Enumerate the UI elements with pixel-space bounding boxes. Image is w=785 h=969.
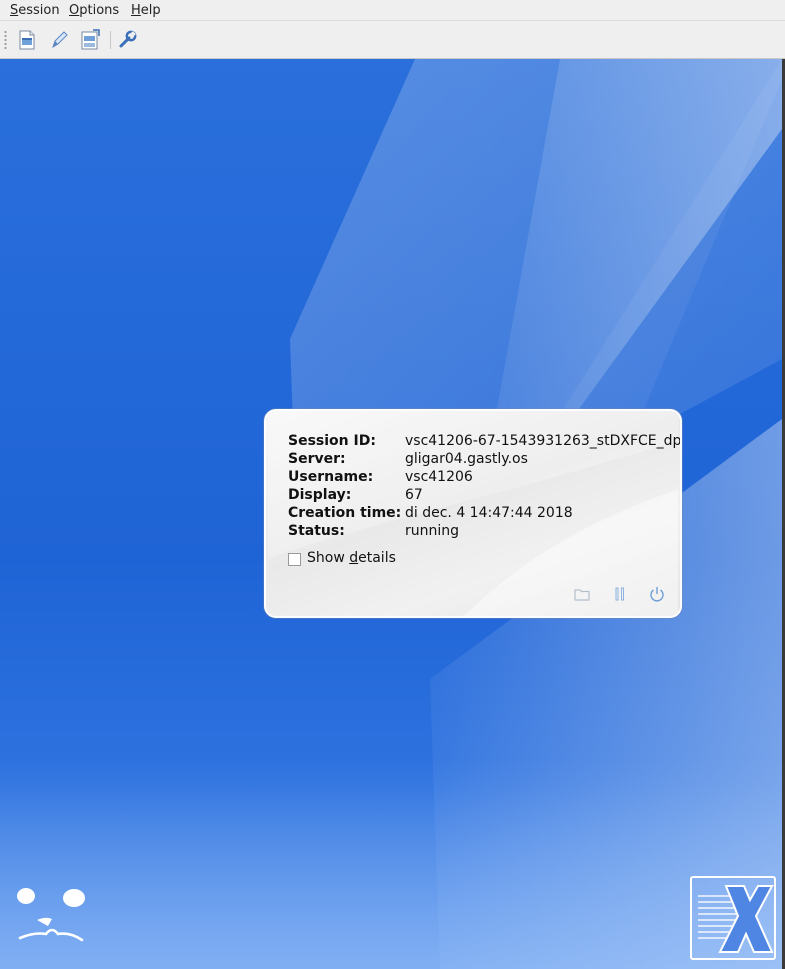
menu-bar: Session Options Help (0, 0, 785, 21)
session-info-panel: Session ID: vsc41206-67-1543931263_stDXF… (264, 409, 682, 618)
display-value: 67 (405, 487, 423, 503)
session-manager-icon[interactable] (79, 29, 101, 51)
panda-logo (12, 886, 88, 952)
toolbar (0, 21, 785, 59)
checkbox-box[interactable] (288, 553, 301, 566)
new-session-icon[interactable] (16, 29, 38, 51)
display-label: Display: (288, 487, 352, 503)
power-icon[interactable] (648, 585, 666, 603)
toolbar-separator (110, 31, 111, 49)
x2go-logo (690, 876, 776, 960)
menu-help[interactable]: Help (131, 3, 161, 18)
status-value: running (405, 523, 460, 539)
username-label: Username: (288, 469, 374, 485)
server-label: Server: (288, 451, 346, 467)
menu-session[interactable]: Session (10, 3, 60, 18)
show-details-label: Show details (307, 550, 396, 566)
username-value: vsc41206 (405, 469, 473, 485)
edit-session-icon[interactable] (48, 29, 70, 51)
session-id-value: vsc41206-67-1543931263_stDXFCE_dp24 (405, 433, 682, 449)
server-value: gligar04.gastly.os (405, 451, 528, 467)
folder-icon[interactable] (573, 585, 591, 603)
status-label: Status: (288, 523, 345, 539)
pause-icon[interactable] (611, 585, 629, 603)
menu-options[interactable]: Options (69, 3, 119, 18)
preferences-icon[interactable] (117, 29, 139, 51)
toolbar-grip[interactable] (4, 30, 7, 50)
creation-time-value: di dec. 4 14:47:44 2018 (405, 505, 573, 521)
creation-time-label: Creation time: (288, 505, 402, 521)
session-id-label: Session ID: (288, 433, 376, 449)
